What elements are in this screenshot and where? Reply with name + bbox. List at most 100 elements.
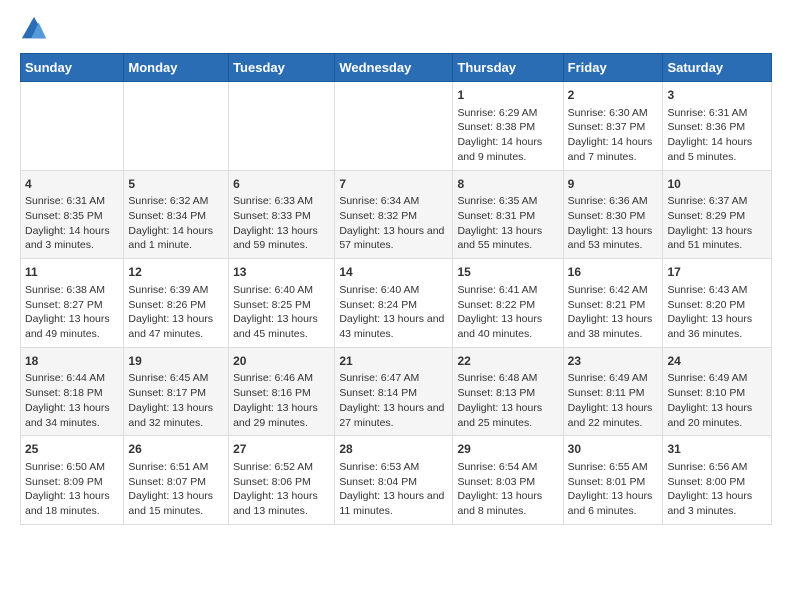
day-info: Sunrise: 6:55 AMSunset: 8:01 PMDaylight:… <box>568 460 659 519</box>
day-number: 16 <box>568 264 659 281</box>
day-info: Sunrise: 6:29 AMSunset: 8:38 PMDaylight:… <box>457 106 558 165</box>
calendar-cell: 8Sunrise: 6:35 AMSunset: 8:31 PMDaylight… <box>453 170 563 259</box>
calendar-table: SundayMondayTuesdayWednesdayThursdayFrid… <box>20 53 772 525</box>
day-info: Sunrise: 6:37 AMSunset: 8:29 PMDaylight:… <box>667 194 767 253</box>
calendar-cell: 30 Sunrise: 6:55 AMSunset: 8:01 PMDayligh… <box>563 436 663 525</box>
week-row-2: 11 Sunrise: 6:38 AMSunset: 8:27 PMDayligh… <box>21 259 772 348</box>
calendar-cell: 25 Sunrise: 6:50 AMSunset: 8:09 PMDayligh… <box>21 436 124 525</box>
day-number: 14 <box>339 264 448 281</box>
day-info: Sunrise: 6:54 AMSunset: 8:03 PMDaylight:… <box>457 460 558 519</box>
day-number: 25 <box>25 441 119 458</box>
day-info: Sunrise: 6:41 AMSunset: 8:22 PMDaylight:… <box>457 283 558 342</box>
day-info: Sunrise: 6:33 AMSunset: 8:33 PMDaylight:… <box>233 194 330 253</box>
day-info: Sunrise: 6:46 AMSunset: 8:16 PMDaylight:… <box>233 371 330 430</box>
header-cell-wednesday: Wednesday <box>335 54 453 82</box>
header-cell-friday: Friday <box>563 54 663 82</box>
calendar-cell: 14 Sunrise: 6:40 AMSunset: 8:24 PMDayligh… <box>335 259 453 348</box>
calendar-cell: 28Sunrise: 6:53 AMSunset: 8:04 PMDayligh… <box>335 436 453 525</box>
day-number: 23 <box>568 353 659 370</box>
day-info: Sunrise: 6:38 AMSunset: 8:27 PMDaylight:… <box>25 283 119 342</box>
day-info: Sunrise: 6:45 AMSunset: 8:17 PMDaylight:… <box>128 371 224 430</box>
day-info: Sunrise: 6:49 AMSunset: 8:11 PMDaylight:… <box>568 371 659 430</box>
logo-icon <box>20 15 48 43</box>
calendar-cell: 13Sunrise: 6:40 AMSunset: 8:25 PMDayligh… <box>229 259 335 348</box>
calendar-cell: 29 Sunrise: 6:54 AMSunset: 8:03 PMDayligh… <box>453 436 563 525</box>
day-number: 15 <box>457 264 558 281</box>
day-info: Sunrise: 6:52 AMSunset: 8:06 PMDaylight:… <box>233 460 330 519</box>
calendar-cell: 27 Sunrise: 6:52 AMSunset: 8:06 PMDayligh… <box>229 436 335 525</box>
day-number: 9 <box>568 176 659 193</box>
header-cell-tuesday: Tuesday <box>229 54 335 82</box>
calendar-body: 1 Sunrise: 6:29 AMSunset: 8:38 PMDaylight… <box>21 82 772 525</box>
day-number: 24 <box>667 353 767 370</box>
calendar-cell: 15 Sunrise: 6:41 AMSunset: 8:22 PMDayligh… <box>453 259 563 348</box>
day-info: Sunrise: 6:42 AMSunset: 8:21 PMDaylight:… <box>568 283 659 342</box>
calendar-cell: 12 Sunrise: 6:39 AMSunset: 8:26 PMDayligh… <box>124 259 229 348</box>
week-row-4: 25 Sunrise: 6:50 AMSunset: 8:09 PMDayligh… <box>21 436 772 525</box>
day-info: Sunrise: 6:49 AMSunset: 8:10 PMDaylight:… <box>667 371 767 430</box>
day-number: 27 <box>233 441 330 458</box>
day-info: Sunrise: 6:53 AMSunset: 8:04 PMDaylight:… <box>339 460 448 519</box>
calendar-cell: 2 Sunrise: 6:30 AMSunset: 8:37 PMDaylight… <box>563 82 663 171</box>
day-number: 22 <box>457 353 558 370</box>
day-number: 30 <box>568 441 659 458</box>
day-info: Sunrise: 6:30 AMSunset: 8:37 PMDaylight:… <box>568 106 659 165</box>
calendar-cell: 6Sunrise: 6:33 AMSunset: 8:33 PMDaylight… <box>229 170 335 259</box>
day-info: Sunrise: 6:31 AMSunset: 8:36 PMDaylight:… <box>667 106 767 165</box>
calendar-cell <box>21 82 124 171</box>
day-info: Sunrise: 6:44 AMSunset: 8:18 PMDaylight:… <box>25 371 119 430</box>
day-number: 7 <box>339 176 448 193</box>
week-row-0: 1 Sunrise: 6:29 AMSunset: 8:38 PMDaylight… <box>21 82 772 171</box>
calendar-cell: 24Sunrise: 6:49 AMSunset: 8:10 PMDayligh… <box>663 347 772 436</box>
calendar-cell: 5Sunrise: 6:32 AMSunset: 8:34 PMDaylight… <box>124 170 229 259</box>
logo <box>20 15 52 43</box>
day-number: 4 <box>25 176 119 193</box>
calendar-cell: 4Sunrise: 6:31 AMSunset: 8:35 PMDaylight… <box>21 170 124 259</box>
page-header <box>20 15 772 43</box>
day-info: Sunrise: 6:39 AMSunset: 8:26 PMDaylight:… <box>128 283 224 342</box>
header-row: SundayMondayTuesdayWednesdayThursdayFrid… <box>21 54 772 82</box>
calendar-cell: 23Sunrise: 6:49 AMSunset: 8:11 PMDayligh… <box>563 347 663 436</box>
day-number: 13 <box>233 264 330 281</box>
day-number: 10 <box>667 176 767 193</box>
calendar-cell: 11 Sunrise: 6:38 AMSunset: 8:27 PMDayligh… <box>21 259 124 348</box>
day-number: 6 <box>233 176 330 193</box>
day-info: Sunrise: 6:43 AMSunset: 8:20 PMDaylight:… <box>667 283 767 342</box>
calendar-cell: 21Sunrise: 6:47 AMSunset: 8:14 PMDayligh… <box>335 347 453 436</box>
calendar-cell: 20Sunrise: 6:46 AMSunset: 8:16 PMDayligh… <box>229 347 335 436</box>
calendar-cell: 22Sunrise: 6:48 AMSunset: 8:13 PMDayligh… <box>453 347 563 436</box>
week-row-1: 4Sunrise: 6:31 AMSunset: 8:35 PMDaylight… <box>21 170 772 259</box>
day-info: Sunrise: 6:35 AMSunset: 8:31 PMDaylight:… <box>457 194 558 253</box>
day-number: 11 <box>25 264 119 281</box>
header-cell-saturday: Saturday <box>663 54 772 82</box>
calendar-cell <box>335 82 453 171</box>
day-number: 12 <box>128 264 224 281</box>
calendar-cell: 26Sunrise: 6:51 AMSunset: 8:07 PMDayligh… <box>124 436 229 525</box>
day-info: Sunrise: 6:48 AMSunset: 8:13 PMDaylight:… <box>457 371 558 430</box>
day-number: 20 <box>233 353 330 370</box>
header-cell-sunday: Sunday <box>21 54 124 82</box>
day-number: 8 <box>457 176 558 193</box>
day-number: 26 <box>128 441 224 458</box>
day-info: Sunrise: 6:40 AMSunset: 8:24 PMDaylight:… <box>339 283 448 342</box>
header-cell-monday: Monday <box>124 54 229 82</box>
day-number: 1 <box>457 87 558 104</box>
calendar-cell: 1 Sunrise: 6:29 AMSunset: 8:38 PMDaylight… <box>453 82 563 171</box>
day-number: 29 <box>457 441 558 458</box>
calendar-cell: 10Sunrise: 6:37 AMSunset: 8:29 PMDayligh… <box>663 170 772 259</box>
calendar-cell <box>229 82 335 171</box>
header-cell-thursday: Thursday <box>453 54 563 82</box>
week-row-3: 18Sunrise: 6:44 AMSunset: 8:18 PMDayligh… <box>21 347 772 436</box>
day-info: Sunrise: 6:50 AMSunset: 8:09 PMDaylight:… <box>25 460 119 519</box>
day-info: Sunrise: 6:34 AMSunset: 8:32 PMDaylight:… <box>339 194 448 253</box>
day-info: Sunrise: 6:31 AMSunset: 8:35 PMDaylight:… <box>25 194 119 253</box>
day-info: Sunrise: 6:56 AMSunset: 8:00 PMDaylight:… <box>667 460 767 519</box>
calendar-cell: 7Sunrise: 6:34 AMSunset: 8:32 PMDaylight… <box>335 170 453 259</box>
calendar-cell: 16 Sunrise: 6:42 AMSunset: 8:21 PMDayligh… <box>563 259 663 348</box>
day-info: Sunrise: 6:32 AMSunset: 8:34 PMDaylight:… <box>128 194 224 253</box>
calendar-cell: 19Sunrise: 6:45 AMSunset: 8:17 PMDayligh… <box>124 347 229 436</box>
day-number: 2 <box>568 87 659 104</box>
day-number: 19 <box>128 353 224 370</box>
calendar-cell <box>124 82 229 171</box>
calendar-header: SundayMondayTuesdayWednesdayThursdayFrid… <box>21 54 772 82</box>
